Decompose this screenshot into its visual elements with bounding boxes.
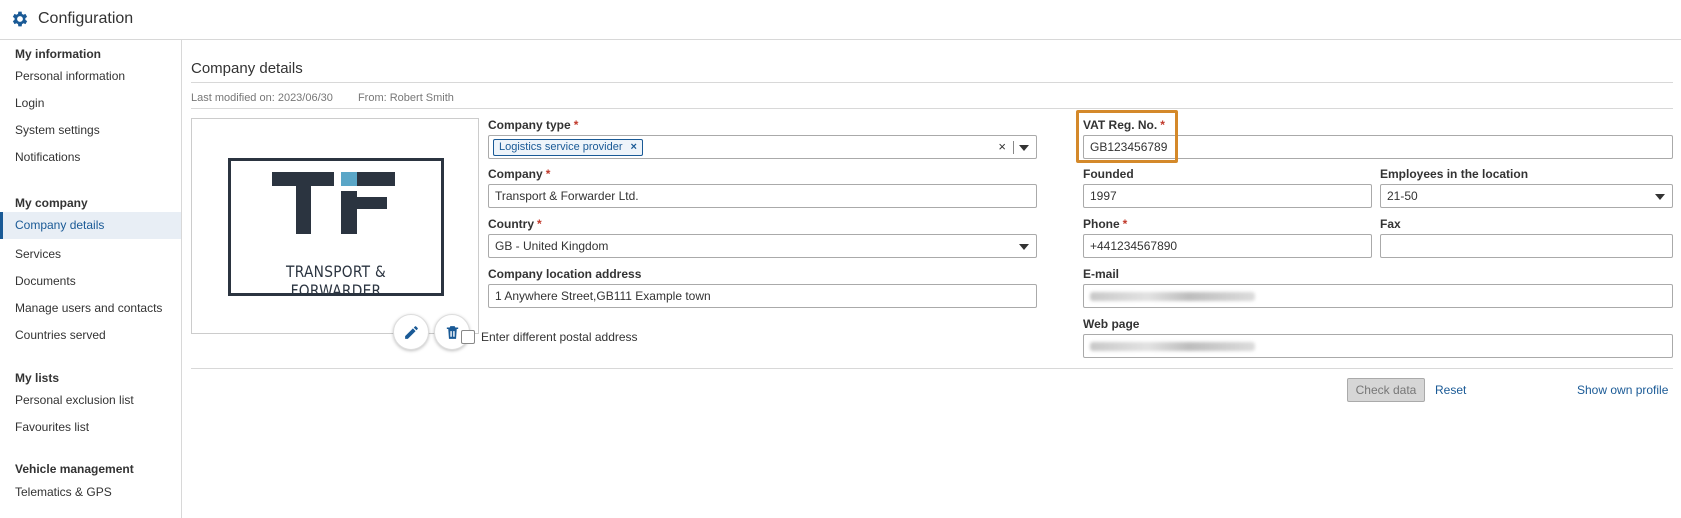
founded-input[interactable]: 1997 — [1083, 184, 1372, 208]
postal-address-label[interactable]: Enter different postal address — [481, 330, 638, 344]
sidebar-item-countries-served[interactable]: Countries served — [0, 322, 181, 349]
country-select[interactable]: GB - United Kingdom — [488, 234, 1037, 258]
sidebar-item-system-settings[interactable]: System settings — [0, 117, 181, 144]
employees-label: Employees in the location — [1380, 167, 1529, 181]
sidebar-item-favourites-list[interactable]: Favourites list — [0, 414, 181, 441]
address-label: Company location address — [488, 267, 642, 281]
clear-selection-icon[interactable]: × — [998, 136, 1006, 158]
fax-input[interactable] — [1380, 234, 1673, 258]
logo-text: TRANSPORT & FORWARDER — [286, 262, 386, 300]
postal-address-checkbox[interactable] — [461, 330, 475, 344]
divider — [191, 82, 1673, 83]
sidebar-item-notifications[interactable]: Notifications — [0, 144, 181, 171]
page-title: Company details — [191, 60, 303, 77]
fax-label: Fax — [1380, 217, 1401, 231]
country-label: Country * — [488, 217, 542, 231]
sidebar-item-telematics-gps[interactable]: Telematics & GPS — [0, 479, 181, 506]
company-label: Company * — [488, 167, 551, 181]
sidebar-header-my-company: My company — [15, 196, 88, 210]
sidebar-item-personal-exclusion-list[interactable]: Personal exclusion list — [0, 387, 181, 414]
trash-icon — [446, 326, 459, 339]
pencil-icon — [405, 326, 418, 339]
web-page-label: Web page — [1083, 317, 1140, 331]
logo-initials-graphic — [272, 172, 395, 234]
company-input[interactable]: Transport & Forwarder Ltd. — [488, 184, 1037, 208]
phone-label: Phone * — [1083, 217, 1128, 231]
address-input[interactable]: 1 Anywhere Street,GB111 Example town — [488, 284, 1037, 308]
sidebar-header-my-lists: My lists — [15, 371, 60, 385]
main-content: Company details Last modified on: 2023/0… — [182, 40, 1681, 518]
sidebar-header-my-information: My information — [15, 47, 101, 61]
company-logo-panel: TRANSPORT & FORWARDER — [191, 118, 479, 334]
founded-label: Founded — [1083, 167, 1134, 181]
company-type-tag: Logistics service provider × — [493, 139, 643, 156]
redacted-email — [1090, 292, 1255, 301]
divider — [191, 108, 1673, 109]
sidebar-item-company-details[interactable]: Company details — [0, 212, 181, 239]
chevron-down-icon[interactable] — [1019, 145, 1029, 151]
chevron-down-icon[interactable] — [1655, 194, 1665, 200]
employees-select[interactable]: 21-50 — [1380, 184, 1673, 208]
phone-input[interactable]: +441234567890 — [1083, 234, 1372, 258]
app-title: Configuration — [38, 10, 134, 27]
vat-highlight-frame — [1076, 110, 1178, 163]
email-input[interactable] — [1083, 284, 1673, 308]
sidebar-item-documents[interactable]: Documents — [0, 268, 181, 295]
employees-value: 21-50 — [1387, 189, 1418, 203]
gear-icon — [12, 11, 28, 27]
last-modified-info: Last modified on: 2023/06/30 From: Rober… — [191, 92, 476, 104]
top-bar: Configuration — [0, 0, 1681, 40]
sidebar-item-services[interactable]: Services — [0, 241, 181, 268]
company-type-label: Company type * — [488, 118, 579, 132]
show-own-profile-link[interactable]: Show own profile — [1577, 383, 1668, 397]
select-separator — [1013, 141, 1014, 154]
sidebar: My information Personal information Logi… — [0, 40, 182, 518]
sidebar-item-personal-information[interactable]: Personal information — [0, 63, 181, 90]
reset-link[interactable]: Reset — [1435, 383, 1466, 397]
check-data-button[interactable]: Check data — [1347, 378, 1425, 402]
web-page-input[interactable] — [1083, 334, 1673, 358]
company-logo: TRANSPORT & FORWARDER — [228, 158, 444, 300]
company-type-select[interactable]: Logistics service provider × × — [488, 135, 1037, 159]
divider — [191, 368, 1673, 369]
redacted-web-page — [1090, 342, 1255, 351]
modified-by: From: Robert Smith — [357, 92, 454, 104]
sidebar-item-manage-users[interactable]: Manage users and contacts — [0, 295, 181, 322]
sidebar-header-vehicle-management: Vehicle management — [15, 462, 134, 476]
edit-logo-button[interactable] — [393, 314, 429, 350]
sidebar-item-login[interactable]: Login — [0, 90, 181, 117]
chevron-down-icon[interactable] — [1019, 244, 1029, 250]
country-value: GB - United Kingdom — [495, 239, 609, 253]
remove-tag-icon[interactable]: × — [631, 141, 637, 153]
email-label: E-mail — [1083, 267, 1120, 281]
last-modified-date: Last modified on: 2023/06/30 — [191, 92, 333, 104]
